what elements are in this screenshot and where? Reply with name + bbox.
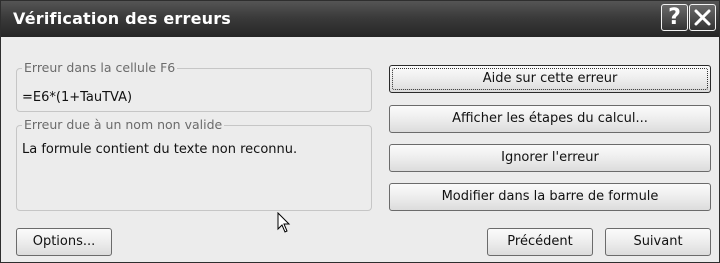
help-button[interactable]: ?: [661, 4, 688, 31]
error-description: La formule contient du texte non reconnu…: [22, 142, 298, 157]
error-reason-group: Erreur due à un nom non valide La formul…: [16, 117, 372, 211]
title-bar[interactable]: Vérification des erreurs ?: [1, 1, 719, 37]
previous-button[interactable]: Précédent: [487, 228, 593, 256]
dialog-title: Vérification des erreurs: [13, 9, 232, 28]
options-button[interactable]: Options...: [16, 228, 112, 256]
ignore-error-button[interactable]: Ignorer l'erreur: [389, 144, 711, 172]
error-formula: =E6*(1+TauTVA): [22, 90, 133, 105]
close-icon: [694, 9, 711, 26]
next-button[interactable]: Suivant: [605, 228, 711, 256]
mouse-pointer-icon: [277, 212, 291, 233]
help-on-error-button[interactable]: Aide sur cette erreur: [389, 65, 711, 93]
edit-in-formula-bar-button[interactable]: Modifier dans la barre de formule: [389, 183, 711, 211]
error-cell-label: Erreur dans la cellule F6: [22, 60, 178, 75]
error-checking-dialog: Vérification des erreurs ? Erreur dans l…: [0, 0, 720, 263]
error-cell-group: Erreur dans la cellule F6 =E6*(1+TauTVA): [16, 60, 372, 112]
help-icon: ?: [668, 5, 681, 30]
show-calculation-steps-button[interactable]: Afficher les étapes du calcul...: [389, 105, 711, 133]
error-reason-label: Erreur due à un nom non valide: [22, 117, 225, 132]
close-button[interactable]: [689, 4, 716, 31]
